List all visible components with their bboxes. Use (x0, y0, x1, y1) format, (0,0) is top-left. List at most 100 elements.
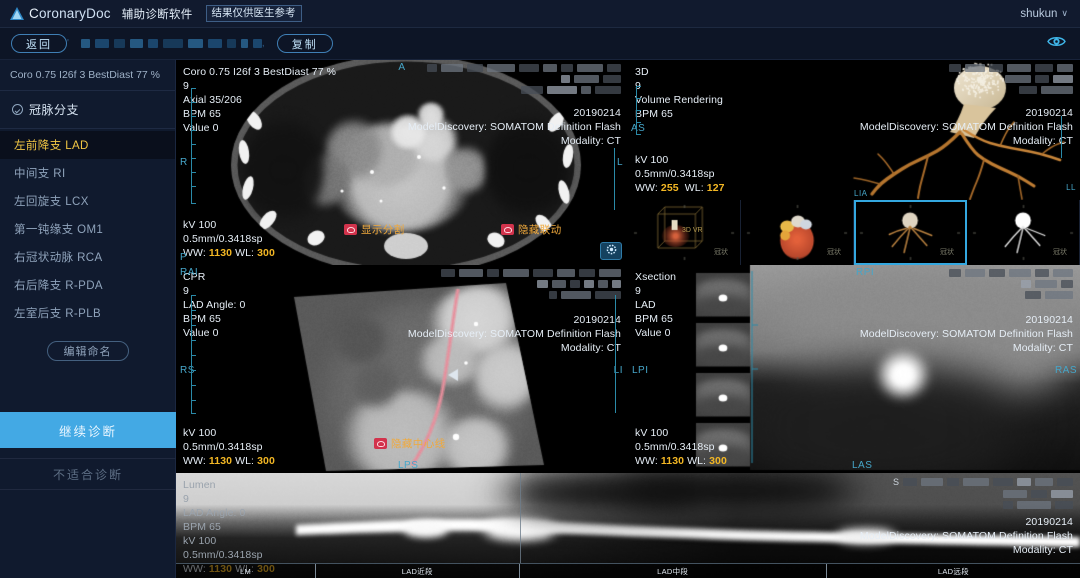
thumbnail-orientation-label: 冠状 (827, 247, 841, 257)
lumen-patient-redacted: S (893, 477, 1073, 512)
thumbnail-item[interactable]: 冠状 (854, 200, 967, 265)
lumen-segment[interactable]: LAD近段 (316, 564, 519, 578)
centerline-icon (374, 438, 387, 449)
lumen-segment[interactable]: LAD中段 (520, 564, 827, 578)
triangle-logo-icon (10, 7, 24, 20)
show-segmentation-label: 显示分割 (361, 222, 405, 237)
brand-name: CoronaryDoc (29, 6, 111, 21)
thumbnail-orientation-label: 冠状 (1053, 247, 1067, 257)
thumbnail-label: 3D VR (682, 227, 703, 234)
not-suitable-button[interactable]: 不适合诊断 (0, 458, 176, 490)
viewport-axial[interactable]: Coro 0.75 I26f 3 BestDiast 77 % 9 Axial … (176, 60, 628, 265)
cpr-marker-top: RAI (180, 267, 198, 278)
viewport-lumen[interactable]: Lumen 9 LAD Angle: 0 BPM 65 kV 100 0.5mm… (176, 473, 1080, 578)
thumbnail-strip: 3D VR 冠状 冠状 冠状 冠状 (628, 200, 1080, 265)
hide-centerline-chip[interactable]: 隐藏中心线 (374, 436, 446, 451)
redacted-block (148, 39, 158, 48)
viewport-cpr[interactable]: CPR 9 LAD Angle: 0 BPM 65 Value 0 kV 100… (176, 265, 628, 473)
vr-ruler-right (1061, 116, 1062, 158)
redacted-block (253, 39, 262, 48)
axial-marker-bottom: P (180, 252, 187, 263)
cpr-patient-redacted (441, 269, 621, 302)
segmentation-icon (344, 224, 357, 235)
lumen-segment-scale: LM LAD近段 LAD中段 LAD远段 (176, 563, 1080, 578)
branch-section-header: 冠脉分支 (0, 91, 175, 129)
sidebar-branch-item[interactable]: 左室后支 R-PLB (0, 299, 175, 327)
show-segmentation-chip[interactable]: 显示分割 (344, 222, 405, 237)
sidebar-branch-item[interactable]: 左前降支 LAD (0, 131, 175, 159)
disclaimer-badge: 结果仅供医生参考 (206, 5, 302, 22)
lumen-segment[interactable]: LAD远段 (827, 564, 1080, 578)
axial-ruler-right (614, 148, 615, 210)
edit-name-button[interactable]: 编辑命名 (47, 341, 129, 361)
brand-logo: CoronaryDoc 辅助诊断软件 结果仅供医生参考 (0, 5, 302, 22)
app-subtitle: 辅助诊断软件 (122, 6, 193, 22)
study-description: Coro 0.75 I26f 3 BestDiast 77 % (0, 60, 175, 91)
patient-toolbar: 返回 ' , 复制 (0, 28, 1080, 60)
redacted-block (188, 39, 203, 48)
sidebar-branch-item[interactable]: 右冠状动脉 RCA (0, 243, 175, 271)
hide-sync-chip[interactable]: 隐藏联动 (501, 222, 562, 237)
cpr-ruler-right (615, 295, 616, 413)
redacted-block (130, 39, 143, 48)
edit-name-row: 编辑命名 (0, 341, 175, 361)
left-sidebar: Coro 0.75 I26f 3 BestDiast 77 % 冠脉分支 左前降… (0, 60, 176, 578)
sidebar-branch-item[interactable]: 中间支 RI (0, 159, 175, 187)
cpr-ruler-left (191, 295, 192, 413)
branch-list: 左前降支 LAD 中间支 RI 左回旋支 LCX 第一钝缘支 OM1 右冠状动脉 RCA… (0, 129, 175, 327)
brand-name-a: C (29, 6, 39, 21)
branch-section-title: 冠脉分支 (29, 101, 79, 118)
brand-name-b: oronaryDoc (39, 6, 111, 21)
app-header: CoronaryDoc 辅助诊断软件 结果仅供医生参考 shukun ∨ (0, 0, 1080, 28)
copy-button[interactable]: 复制 (277, 34, 333, 53)
sync-icon (501, 224, 514, 235)
axial-patient-redacted (427, 64, 621, 97)
redacted-block (241, 39, 248, 48)
hide-centerline-label: 隐藏中心线 (391, 436, 446, 451)
redacted-block (114, 39, 125, 48)
app-root: CoronaryDoc 辅助诊断软件 结果仅供医生参考 shukun ∨ 返回 … (0, 0, 1080, 578)
axial-ruler-left (191, 88, 192, 203)
vr-marker-bottom: LIA (854, 189, 868, 198)
eye-icon (1047, 35, 1066, 53)
redacted-block (95, 39, 109, 48)
axial-marker-top: A (398, 62, 405, 73)
redacted-block (81, 39, 90, 48)
thumbnail-item[interactable]: 冠状 (967, 200, 1080, 265)
visibility-toggle[interactable] (1047, 35, 1080, 53)
xsec-marker-bottom: LAS (852, 460, 872, 471)
thumbnail-item[interactable]: 3D VR 冠状 (628, 200, 741, 265)
vr-marker-left: AS (631, 123, 645, 134)
axial-settings-button[interactable] (600, 242, 622, 260)
lumen-segment[interactable]: LM (176, 564, 316, 578)
redacted-block (227, 39, 236, 48)
redacted-patient-info (81, 39, 262, 48)
toolbar-separator-b: , (262, 38, 265, 49)
user-name: shukun (1020, 8, 1057, 20)
lumen-marker-s: S (893, 477, 899, 487)
continue-diagnosis-button[interactable]: 继续诊断 (0, 412, 176, 448)
axial-marker-right: L (617, 157, 623, 168)
chevron-down-icon: ∨ (1061, 8, 1068, 19)
thumbnail-orientation-label: 冠状 (714, 247, 728, 257)
xsec-marker-left: LPI (632, 365, 649, 376)
xsec-marker-top: RPI (856, 267, 874, 278)
vr-marker-right: LL (1066, 183, 1076, 192)
user-menu[interactable]: shukun ∨ (1020, 8, 1080, 20)
lumen-divider-1 (520, 473, 521, 563)
redacted-block (163, 39, 183, 48)
xsec-patient-redacted (949, 269, 1073, 302)
cpr-marker-bottom: LPS (398, 460, 418, 471)
redacted-block (208, 39, 222, 48)
sidebar-branch-item[interactable]: 左回旋支 LCX (0, 187, 175, 215)
thumbnail-item[interactable]: 冠状 (741, 200, 854, 265)
back-button[interactable]: 返回 (11, 34, 67, 53)
viewport-3d[interactable]: 3D 9 Volume Rendering BPM 65 kV 100 0.5m… (628, 60, 1080, 200)
sidebar-branch-item[interactable]: 右后降支 R-PDA (0, 271, 175, 299)
xsec-marker-right: RAS (1055, 365, 1077, 376)
axial-marker-left: R (180, 157, 188, 168)
check-circle-icon (12, 104, 23, 115)
vr-patient-redacted (949, 64, 1073, 97)
viewport-xsection[interactable]: Xsection 9 LAD BPM 65 Value 0 kV 100 0.5… (628, 265, 1080, 473)
sidebar-branch-item[interactable]: 第一钝缘支 OM1 (0, 215, 175, 243)
